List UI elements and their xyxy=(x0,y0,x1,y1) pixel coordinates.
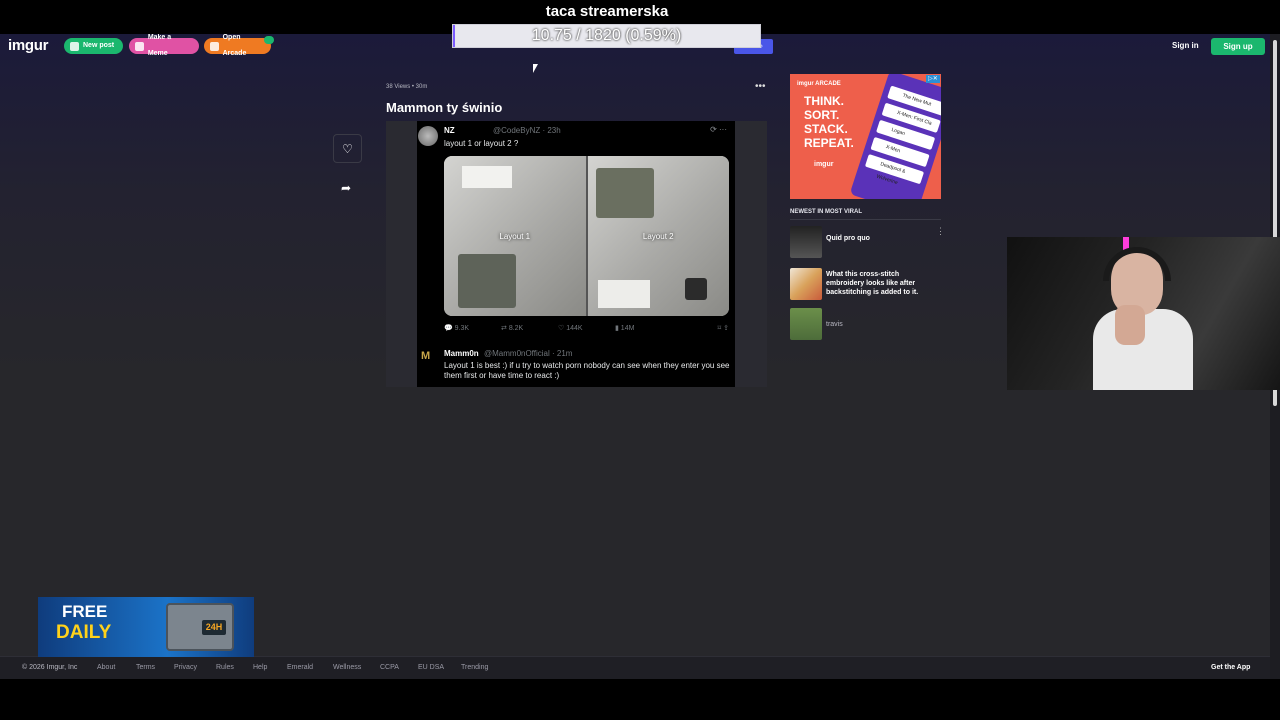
post-meta: 38 Views • 30m xyxy=(386,84,428,90)
make-meme-label: Make a Meme xyxy=(147,34,172,57)
meme-icon xyxy=(135,41,144,51)
footer-link-rules[interactable]: Rules xyxy=(216,664,234,671)
newest-viral-heading: NEWEST IN MOST VIRAL xyxy=(790,209,862,215)
view-count: ▮ 14M xyxy=(615,325,635,332)
sign-in-link[interactable]: Sign in xyxy=(1172,41,1199,50)
goal-title: taca streamerska xyxy=(545,3,669,20)
footer-link-wellness[interactable]: Wellness xyxy=(333,664,361,671)
ad-phone-graphic: The New Mut X-Men: First Cla Logan X-Men… xyxy=(849,74,941,199)
reply-author-name: Mamm0n xyxy=(444,349,479,358)
sign-up-button[interactable]: Sign up xyxy=(1211,38,1265,55)
favorite-button[interactable]: ♡ xyxy=(333,134,362,163)
promo-timer: 24H xyxy=(202,620,226,635)
footer-link-trending[interactable]: Trending xyxy=(461,664,488,671)
webcam-overlay xyxy=(1007,237,1280,390)
footer-copyright: © 2026 Imgur, Inc xyxy=(22,664,78,671)
make-meme-button[interactable]: Make a Meme xyxy=(129,34,199,57)
ad-logo-text: imgur xyxy=(814,161,834,168)
chair-shape xyxy=(685,278,707,300)
divider xyxy=(790,219,941,220)
goal-progress-bar: 10.75 / 1820 (0.59%) xyxy=(452,24,761,48)
reply-avatar: M xyxy=(421,350,431,362)
headset-shape xyxy=(1103,247,1171,281)
arcade-ad[interactable]: The New Mut X-Men: First Cla Logan X-Men… xyxy=(790,74,941,199)
footer-link-eu-dsa[interactable]: EU DSA xyxy=(418,664,444,671)
tweet-author-handle: @CodeByNZ · 23h xyxy=(493,126,561,135)
tweet-stats: 💬 9.3K ⇄ 8.2K ♡ 144K ▮ 14M ⌑ ⇪ xyxy=(444,324,729,332)
footer-link-help[interactable]: Help xyxy=(253,664,267,671)
view-count-value: 14M xyxy=(620,325,635,332)
ad-brand: imgur ARCADE xyxy=(797,81,841,87)
viral-item[interactable]: travis xyxy=(790,308,941,342)
post-title: Mammon ty świnio xyxy=(386,100,503,115)
bed-shape xyxy=(458,254,516,308)
layout-1-render: Layout 1 xyxy=(444,156,586,316)
bed-shape xyxy=(595,168,654,218)
more-options-icon[interactable]: ••• xyxy=(755,81,766,92)
heart-icon: ♡ xyxy=(342,141,353,156)
get-app-link[interactable]: Get the App xyxy=(1211,664,1250,671)
bookmark-share-icons: ⌑ ⇪ xyxy=(717,325,729,332)
share-arrow-icon: ➦ xyxy=(341,181,352,195)
tweet-image: Layout 1 Layout 2 xyxy=(444,156,729,316)
tweet-menu-icon: ⟳ ··· xyxy=(710,125,727,134)
viral-title: What this cross-stitch embroidery looks … xyxy=(826,271,919,296)
gamepad-icon xyxy=(210,41,219,51)
share-button[interactable]: ➦ xyxy=(341,181,351,195)
ad-choices-icon[interactable]: ▷✕ xyxy=(926,75,940,83)
like-count-value: 144K xyxy=(566,325,583,332)
footer: © 2026 Imgur, Inc About Terms Privacy Ru… xyxy=(0,656,1270,679)
reply-count: 💬 9.3K xyxy=(444,325,470,332)
retweet-count-value: 8.2K xyxy=(508,325,524,332)
viral-title: Quid pro quo xyxy=(826,235,870,242)
open-arcade-label: Open Arcade xyxy=(222,34,247,57)
stream-frame: taca streamerska 10.75 / 1820 (0.59%) im… xyxy=(0,0,1280,720)
promo-daily-text: DAILY xyxy=(56,622,112,643)
donation-goal-overlay: taca streamerska 10.75 / 1820 (0.59%) xyxy=(452,2,762,48)
footer-link-ccpa[interactable]: CCPA xyxy=(380,664,399,671)
layout-2-render: Layout 2 xyxy=(585,156,729,316)
viral-thumbnail xyxy=(790,226,822,258)
chest-icon: 24H xyxy=(166,603,234,651)
footer-link-emerald[interactable]: Emerald xyxy=(287,664,313,671)
promo-free-text: FREE xyxy=(62,602,108,621)
new-post-label: New post xyxy=(83,42,115,49)
reply-count-value: 9.3K xyxy=(454,325,470,332)
plus-icon xyxy=(70,41,79,51)
streamer-figure xyxy=(1089,247,1193,390)
viral-title: travis xyxy=(826,321,843,328)
reply-author-handle: @Mamm0nOfficial · 21m xyxy=(484,349,573,358)
layout-2-label: Layout 2 xyxy=(642,232,674,241)
goal-progress-text: 10.75 / 1820 (0.59%) xyxy=(531,27,682,44)
layout-1-label: Layout 1 xyxy=(499,232,531,241)
tweet-text: layout 1 or layout 2 ? xyxy=(444,139,519,148)
imgur-logo[interactable]: imgur xyxy=(8,37,48,54)
viral-thumbnail xyxy=(790,268,822,300)
tweet-author-name: NZ xyxy=(444,126,455,135)
hands-shape xyxy=(1115,305,1145,345)
mouse-cursor-icon xyxy=(533,64,538,73)
reply-text: Layout 1 is best :) if u try to watch po… xyxy=(444,361,730,380)
ad-headline: THINK. SORT. STACK. REPEAT. xyxy=(804,94,854,150)
retweet-count: ⇄ 8.2K xyxy=(501,325,524,332)
new-post-button[interactable]: New post xyxy=(64,38,123,54)
open-arcade-button[interactable]: Open Arcade xyxy=(204,34,271,57)
viral-more-icon[interactable]: ⋮ xyxy=(936,226,945,237)
arcade-new-badge xyxy=(264,36,274,44)
desk-shape xyxy=(462,166,512,188)
footer-link-privacy[interactable]: Privacy xyxy=(174,664,197,671)
desk-shape xyxy=(597,280,650,308)
tweet-avatar xyxy=(418,126,438,146)
like-count: ♡ 144K xyxy=(558,325,583,332)
tweet-screenshot: NZ @CodeByNZ · 23h ⟳ ··· layout 1 or lay… xyxy=(417,121,735,387)
viral-item[interactable]: What this cross-stitch embroidery looks … xyxy=(790,268,941,302)
viral-thumbnail xyxy=(790,308,822,340)
free-daily-promo: FREE DAILY 24H xyxy=(38,597,254,657)
footer-link-terms[interactable]: Terms xyxy=(136,664,155,671)
viral-item[interactable]: Quid pro quo ⋮ xyxy=(790,226,945,260)
footer-link-about[interactable]: About xyxy=(97,664,115,671)
